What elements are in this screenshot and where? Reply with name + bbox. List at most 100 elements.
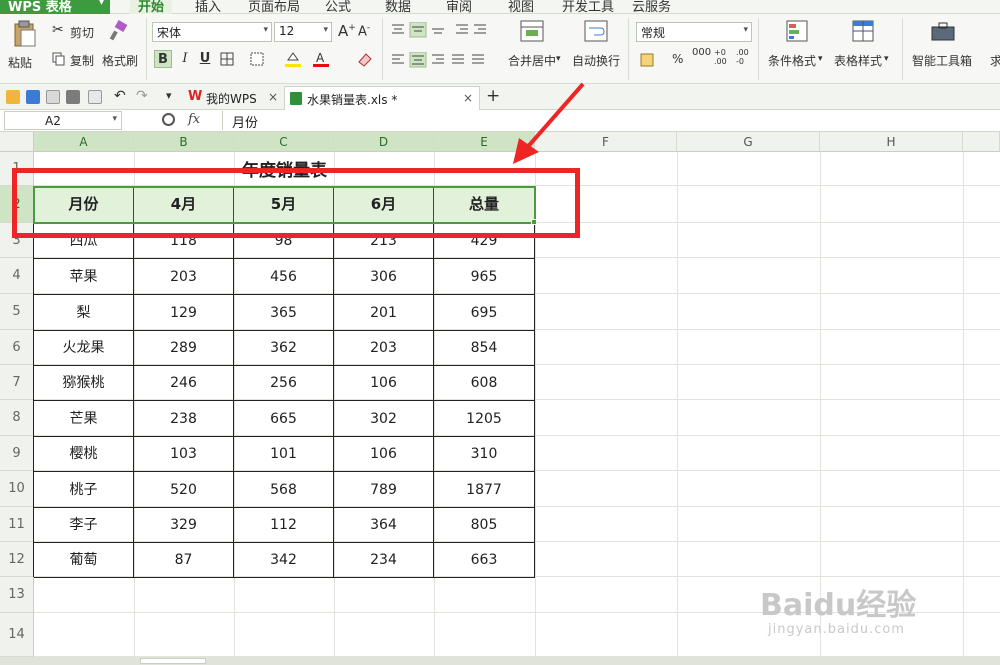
row-header-14[interactable]: 14 [0,613,34,657]
redo-icon[interactable]: ↷ [136,88,148,104]
value-cell[interactable]: 365 [234,295,334,331]
value-cell[interactable]: 246 [134,366,234,401]
tab-fruit-sales[interactable]: 水果销量表.xls * × [284,86,480,110]
font-color-icon[interactable]: A [312,50,330,68]
value-cell[interactable]: 789 [334,472,434,508]
column-header-a[interactable]: A [34,132,134,152]
close-icon[interactable]: × [463,91,473,105]
tab-formula[interactable]: 公式 [325,0,351,15]
value-cell[interactable]: 106 [334,437,434,472]
cell-style-icon[interactable] [250,52,264,66]
row-header-7[interactable]: 7 [0,365,34,400]
tab-cloud[interactable]: 云服务 [632,0,671,15]
new-tab-button[interactable]: + [486,86,500,106]
currency-icon[interactable] [640,52,660,68]
undo-icon[interactable]: ↶ [114,88,126,104]
column-header-h[interactable]: H [820,132,963,152]
underline-button[interactable]: U [196,50,214,68]
value-cell[interactable]: 310 [434,437,535,472]
borders-icon[interactable] [220,52,234,66]
fruit-name-cell[interactable]: 桃子 [34,472,134,508]
row-header-9[interactable]: 9 [0,436,34,471]
fruit-name-cell[interactable]: 梨 [34,295,134,331]
row-header-10[interactable]: 10 [0,471,34,507]
tab-view[interactable]: 视图 [508,0,534,15]
row-header-12[interactable]: 12 [0,542,34,577]
column-header-b[interactable]: B [134,132,234,152]
column-header-d[interactable]: D [334,132,434,152]
value-cell[interactable]: 663 [434,543,535,578]
font-name-select[interactable]: 宋体 ▾ [152,22,272,42]
row-header-11[interactable]: 11 [0,507,34,542]
percent-button[interactable]: % [672,52,683,66]
number-format-select[interactable]: 常规 ▾ [636,22,752,42]
value-cell[interactable]: 201 [334,295,434,331]
increase-decimal-icon[interactable]: +0.00 [714,48,727,66]
value-cell[interactable]: 306 [334,259,434,295]
fruit-name-cell[interactable]: 苹果 [34,259,134,295]
column-header-c[interactable]: C [234,132,334,152]
decrease-font-icon[interactable]: A- [358,23,370,39]
value-cell[interactable]: 129 [134,295,234,331]
value-cell[interactable]: 342 [234,543,334,578]
tab-my-wps[interactable]: W 我的WPS × [184,86,284,110]
function-icon[interactable]: fx [188,112,200,127]
value-cell[interactable]: 362 [234,331,334,366]
increase-font-icon[interactable]: A+ [338,22,356,40]
font-size-select[interactable]: 12 ▾ [274,22,332,42]
italic-button[interactable]: I [176,50,194,68]
value-cell[interactable]: 256 [234,366,334,401]
value-cell[interactable]: 456 [234,259,334,295]
tab-data[interactable]: 数据 [385,0,411,15]
row-header-8[interactable]: 8 [0,400,34,436]
value-cell[interactable]: 302 [334,401,434,437]
value-cell[interactable]: 289 [134,331,234,366]
value-cell[interactable]: 568 [234,472,334,508]
fruit-name-cell[interactable]: 芒果 [34,401,134,437]
print-preview-icon[interactable] [46,90,60,104]
save-icon[interactable] [26,90,40,104]
row-header-13[interactable]: 13 [0,577,34,613]
value-cell[interactable]: 103 [134,437,234,472]
search-icon[interactable] [162,113,175,126]
value-cell[interactable]: 965 [434,259,535,295]
horizontal-align-icons[interactable] [390,52,490,68]
value-cell[interactable]: 203 [134,259,234,295]
value-cell[interactable]: 203 [334,331,434,366]
bold-button[interactable]: B [154,50,172,68]
value-cell[interactable]: 695 [434,295,535,331]
value-cell[interactable]: 520 [134,472,234,508]
value-cell[interactable]: 854 [434,331,535,366]
tab-review[interactable]: 审阅 [446,0,472,15]
fruit-name-cell[interactable]: 葡萄 [34,543,134,578]
horizontal-scrollbar[interactable] [0,657,1000,665]
value-cell[interactable]: 1877 [434,472,535,508]
tab-developer[interactable]: 开发工具 [562,0,614,15]
fill-color-icon[interactable] [284,50,302,68]
name-box[interactable]: A2 ▾ [4,111,122,130]
value-cell[interactable]: 665 [234,401,334,437]
value-cell[interactable]: 238 [134,401,234,437]
value-cell[interactable]: 608 [434,366,535,401]
print-icon[interactable] [66,90,80,104]
customize-dropdown-icon[interactable]: ▾ [166,89,172,102]
clear-format-icon[interactable] [356,50,374,68]
column-header-g[interactable]: G [677,132,820,152]
decrease-decimal-icon[interactable]: .00 -0 [736,48,749,66]
more-ribbon-label[interactable]: 求 [990,52,1000,69]
value-cell[interactable]: 87 [134,543,234,578]
preview-icon[interactable] [88,90,102,104]
row-header-4[interactable]: 4 [0,258,34,294]
row-header-5[interactable]: 5 [0,294,34,330]
value-cell[interactable]: 329 [134,508,234,543]
value-cell[interactable]: 101 [234,437,334,472]
value-cell[interactable]: 805 [434,508,535,543]
formula-input[interactable]: 月份 [222,111,998,131]
fruit-name-cell[interactable]: 李子 [34,508,134,543]
value-cell[interactable]: 364 [334,508,434,543]
value-cell[interactable]: 112 [234,508,334,543]
tab-page-layout[interactable]: 页面布局 [248,0,300,15]
open-file-icon[interactable] [6,90,20,104]
tab-home[interactable]: 开始 [130,0,173,15]
row-header-6[interactable]: 6 [0,330,34,365]
